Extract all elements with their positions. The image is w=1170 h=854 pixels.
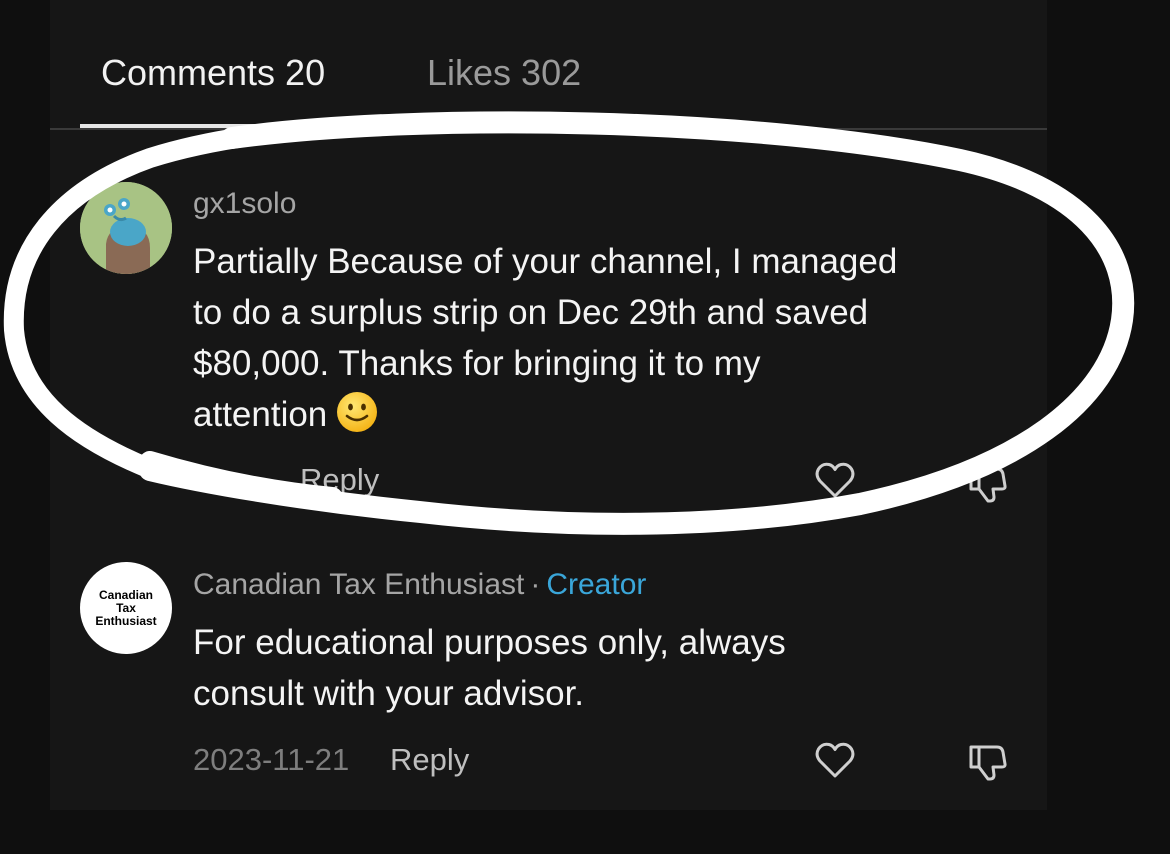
avatar-logo-text: Enthusiast [95,613,157,628]
comment-date: 2023-11-21 [193,742,350,777]
tab-comments[interactable]: Comments 20 [101,52,325,94]
comment-line: consult with your advisor. [193,674,585,713]
comment-line: attention [193,395,328,434]
tab-likes[interactable]: Likes 302 [427,52,581,94]
comment-line-last: attention [193,389,1023,440]
avatar-logo-text: Tax [116,600,136,615]
comment-author[interactable]: Canadian Tax Enthusiast [193,568,524,601]
avatar-canadian-tax-enthusiast[interactable]: Canadian Tax Enthusiast [80,562,172,654]
comment-line: Partially Because of your channel, I man… [193,242,898,281]
creator-badge: Creator [546,568,647,601]
author-separator: · [530,568,541,601]
comment-line: to do a surplus strip on Dec 29th and sa… [193,293,869,332]
comment-text: For educational purposes only, always co… [193,617,1023,719]
active-tab-indicator [80,124,365,128]
comment-line: For educational purposes only, always [193,623,786,662]
avatar-illustration-icon [80,182,172,274]
comment-author-line: Canadian Tax Enthusiast · Creator [193,567,646,603]
thumbs-down-icon[interactable] [966,462,1010,506]
reply-button[interactable]: Reply [300,462,379,498]
comment-text: Partially Because of your channel, I man… [193,236,1023,440]
avatar-gx1solo[interactable] [80,182,172,274]
thumbs-down-icon[interactable] [966,740,1010,784]
heart-outline-icon[interactable] [813,458,857,502]
tabs-divider [50,128,1047,130]
comment-line: $80,000. Thanks for bringing it to my [193,344,761,383]
reply-button[interactable]: Reply [390,742,469,778]
comment-author[interactable]: gx1solo [193,186,296,222]
heart-outline-icon[interactable] [813,738,857,782]
avatar-logo-text: Canadian [98,587,153,602]
slightly-smiling-face-icon [337,392,378,432]
comments-screen: Comments 20 Likes 302 gx1solo Partially … [0,0,1170,854]
